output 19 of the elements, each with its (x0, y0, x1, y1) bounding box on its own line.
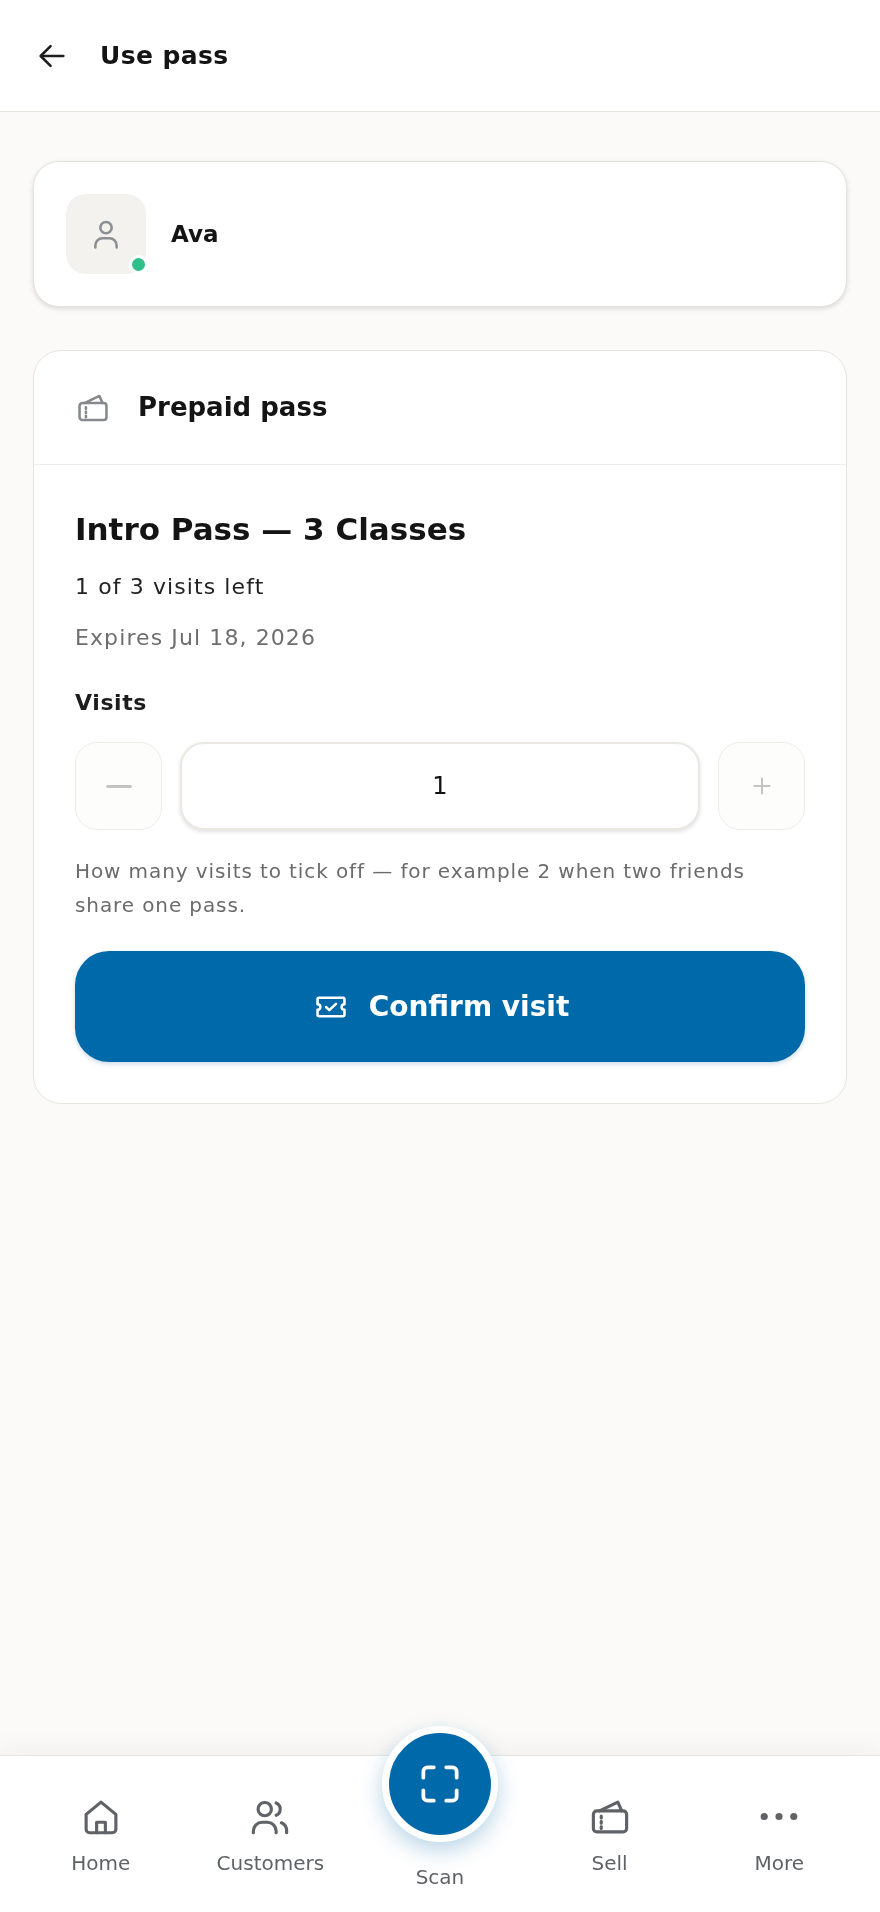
help-text: How many visits to tick off — for example 2 when two friends share one pass. (75, 858, 746, 919)
customer-name: Ava (171, 219, 219, 249)
section-title: Prepaid pass (138, 391, 328, 424)
visits-input[interactable]: 1 (180, 742, 700, 830)
nav-tab[interactable]: Sell (524, 1756, 695, 1875)
visits-label: Visits (75, 689, 149, 717)
more-icon (760, 1812, 799, 1821)
avatar-icon (66, 194, 146, 274)
customer-card[interactable]: Ava (33, 161, 847, 307)
minus-icon (105, 783, 132, 789)
visits-remaining: 1 of 3 visits left (75, 573, 266, 601)
expiry-date: Expires Jul 18, 2026 (75, 624, 318, 652)
confirm-visit-button[interactable]: Confirm visit (75, 951, 805, 1062)
page-title: Use pass (100, 40, 229, 71)
nav-tab[interactable]: Customers (185, 1756, 356, 1875)
nav-tab[interactable]: More (694, 1756, 864, 1875)
nav-tab[interactable]: Home (16, 1756, 186, 1875)
pass-name: Intro Pass — 3 Classes (75, 510, 468, 549)
scan-nav-item[interactable]: Scan (355, 1726, 525, 1889)
